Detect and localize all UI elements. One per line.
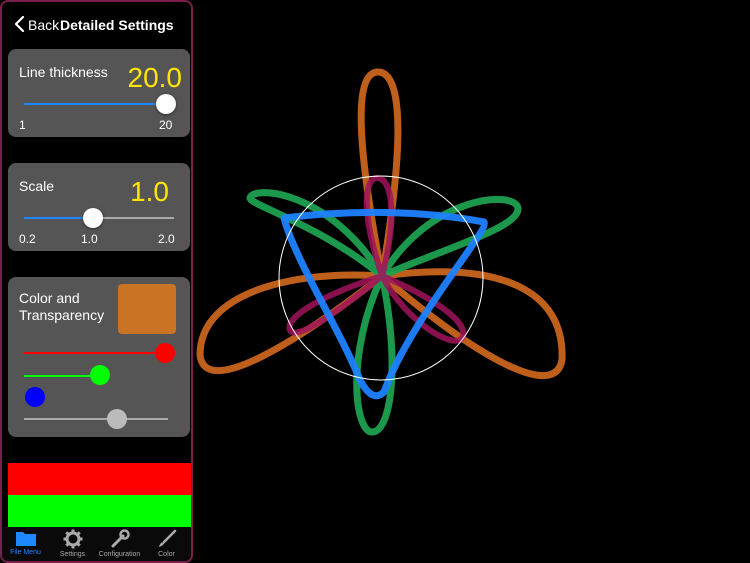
color-label-line1: Color and bbox=[19, 290, 80, 306]
scale-card: Scale 1.0 0.2 1.0 2.0 bbox=[8, 163, 190, 251]
tab-file-menu[interactable]: File Menu bbox=[2, 527, 49, 561]
line-thickness-value: 20.0 bbox=[127, 62, 183, 93]
chevron-left-icon[interactable] bbox=[14, 16, 25, 32]
blue-slider-thumb[interactable] bbox=[25, 387, 45, 407]
color-swatch[interactable] bbox=[118, 284, 176, 334]
line-thickness-min-label: 1 bbox=[19, 118, 26, 132]
gear-icon bbox=[63, 529, 82, 549]
scale-slider-track[interactable] bbox=[94, 217, 174, 219]
tab-configuration-label: Configuration bbox=[98, 551, 141, 558]
green-slider-thumb[interactable] bbox=[90, 365, 110, 385]
alpha-slider-track[interactable] bbox=[24, 418, 168, 420]
tab-file-menu-label: File Menu bbox=[10, 549, 41, 556]
back-button[interactable]: Back bbox=[28, 17, 59, 33]
tab-settings[interactable]: Settings bbox=[49, 527, 96, 561]
tab-color[interactable]: Color bbox=[143, 527, 190, 561]
red-slider-track[interactable] bbox=[24, 352, 164, 354]
page-title: Detailed Settings bbox=[60, 17, 174, 33]
folder-icon bbox=[15, 532, 36, 546]
line-thickness-label: Line thickness bbox=[19, 64, 108, 80]
color-label-line2: Transparency bbox=[19, 307, 105, 323]
tab-settings-label: Settings bbox=[59, 551, 86, 558]
alpha-slider-thumb[interactable] bbox=[107, 409, 127, 429]
red-color-preset[interactable] bbox=[8, 463, 191, 495]
red-slider-thumb[interactable] bbox=[155, 343, 175, 363]
tab-bar: File Menu Settings Configuration Color bbox=[2, 527, 191, 561]
line-thickness-max-label: 20 bbox=[159, 118, 173, 132]
drawing-canvas[interactable] bbox=[195, 0, 750, 563]
scale-value: 1.0 bbox=[130, 176, 169, 207]
color-card: Color and Transparency bbox=[8, 277, 190, 437]
scale-min-label: 0.2 bbox=[19, 232, 36, 246]
tab-color-label: Color bbox=[158, 551, 175, 558]
paintbrush-icon bbox=[158, 529, 176, 547]
navigation-bar: Back Detailed Settings bbox=[2, 2, 191, 46]
scale-max-label: 2.0 bbox=[158, 232, 175, 246]
settings-sidebar: Back Detailed Settings Line thickness 20… bbox=[0, 0, 193, 563]
wrench-icon bbox=[111, 529, 130, 548]
line-thickness-slider-track[interactable] bbox=[24, 103, 166, 105]
scale-mid-label: 1.0 bbox=[81, 232, 98, 246]
scale-slider-thumb[interactable] bbox=[83, 208, 103, 228]
line-thickness-card: Line thickness 20.0 1 20 bbox=[8, 49, 190, 137]
green-color-preset[interactable] bbox=[8, 495, 191, 527]
tab-configuration[interactable]: Configuration bbox=[96, 527, 143, 561]
line-thickness-slider-thumb[interactable] bbox=[156, 94, 176, 114]
green-slider-track[interactable] bbox=[24, 375, 100, 377]
scale-label: Scale bbox=[19, 178, 55, 194]
